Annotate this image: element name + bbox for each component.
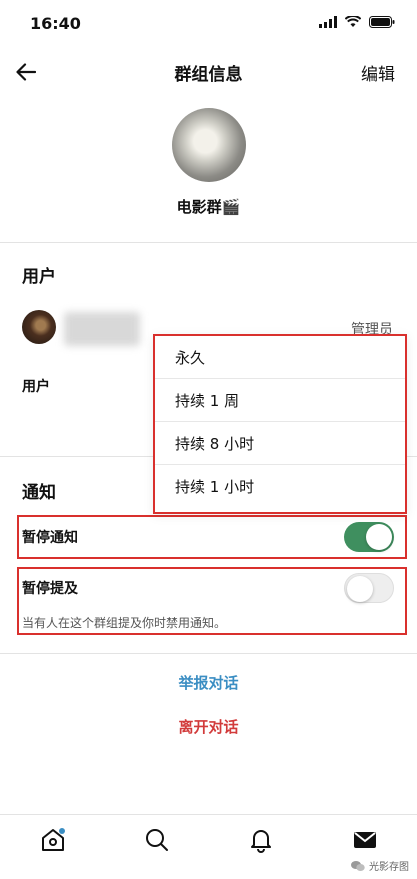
pause-mentions-toggle[interactable] [344, 573, 394, 603]
nav-bar: 群组信息 编辑 [0, 50, 417, 94]
page-title: 群组信息 [174, 65, 243, 85]
home-icon [42, 828, 65, 851]
wifi-icon [345, 16, 361, 27]
status-bar: 16:40 [0, 0, 417, 44]
mute-option-8-hours[interactable]: 持续 8 小时 [155, 422, 405, 465]
mute-option-1-week[interactable]: 持续 1 周 [155, 379, 405, 422]
battery-icon [369, 16, 395, 28]
status-time: 16:40 [30, 14, 81, 33]
group-avatar[interactable] [172, 108, 246, 182]
mute-duration-menu: 永久 持续 1 周 持续 8 小时 持续 1 小时 [153, 334, 407, 514]
user-row-label[interactable]: 用户 [22, 376, 50, 396]
bottom-tab-bar: 光影存图 [0, 814, 417, 879]
messages-tab[interactable] [352, 827, 378, 853]
notifications-tab[interactable] [248, 827, 274, 853]
divider [0, 653, 417, 654]
leave-conversation-link[interactable]: 离开对话 [0, 716, 417, 737]
status-icons [319, 16, 395, 28]
watermark-text: 光影存图 [369, 862, 409, 873]
signal-icon [319, 16, 337, 28]
toggle-knob [347, 576, 373, 602]
users-section-title: 用户 [22, 267, 56, 287]
user-name-blurred [64, 312, 140, 346]
edit-button[interactable]: 编辑 [361, 60, 395, 85]
bell-icon [251, 830, 271, 853]
pause-mentions-description: 当有人在这个群组提及你时禁用通知。 [22, 616, 227, 630]
search-icon [146, 829, 168, 851]
toggle-knob [366, 524, 392, 550]
home-tab[interactable] [40, 827, 66, 853]
group-name: 电影群🎬 [176, 198, 241, 216]
report-conversation-link[interactable]: 举报对话 [0, 672, 417, 693]
wechat-icon [351, 860, 365, 871]
mute-option-1-hour[interactable]: 持续 1 小时 [155, 465, 405, 508]
mail-icon [354, 832, 376, 848]
pause-notifications-label: 暂停通知 [22, 530, 78, 546]
user-avatar[interactable] [22, 310, 56, 344]
divider [0, 242, 417, 243]
notifications-section-title: 通知 [22, 483, 56, 503]
mute-option-forever[interactable]: 永久 [155, 336, 405, 379]
pause-notifications-toggle[interactable] [344, 522, 394, 552]
pause-mentions-label: 暂停提及 [22, 581, 78, 597]
watermark: 光影存图 [351, 858, 409, 873]
search-tab[interactable] [144, 827, 170, 853]
